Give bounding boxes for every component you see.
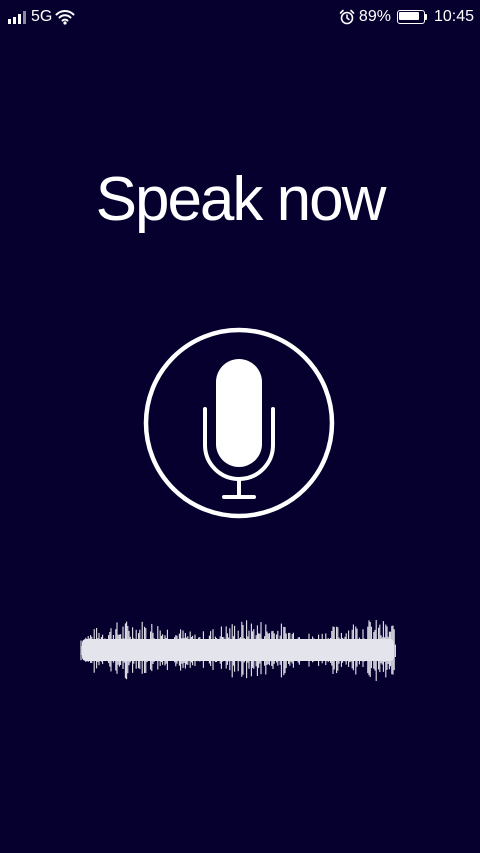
clock: 10:45	[433, 8, 474, 25]
status-right: 89% 10:45	[339, 8, 474, 26]
microphone-icon	[203, 359, 275, 499]
status-bar: 5G 89% 10:45	[0, 0, 480, 36]
battery-icon	[396, 10, 427, 24]
speak-now-title: Speak now	[95, 165, 387, 234]
audio-waveform	[80, 620, 396, 681]
signal-icon	[8, 10, 26, 24]
status-left: 5G	[8, 8, 75, 26]
waveform-core	[82, 639, 394, 661]
battery-percent: 89%	[358, 8, 391, 25]
network-label: 5G	[31, 8, 53, 25]
alarm-icon	[339, 9, 355, 25]
microphone-button[interactable]	[143, 327, 335, 519]
wifi-icon	[55, 10, 75, 25]
